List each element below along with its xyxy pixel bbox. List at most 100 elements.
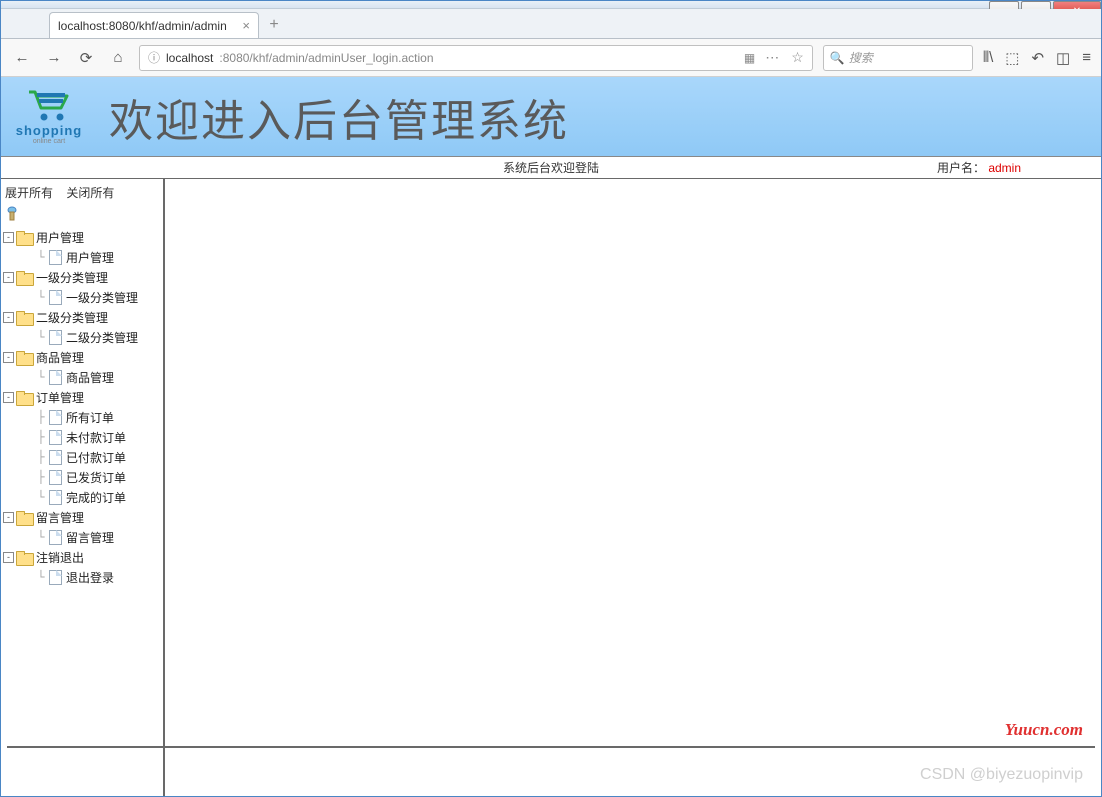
collapse-all-link[interactable]: 关闭所有 [66,186,114,200]
toolbar-icons: ⫴\ ⬚ ↶ ◫ ≡ [983,49,1091,67]
tree-folder-label: 一级分类管理 [36,269,108,286]
search-box[interactable]: 🔍 搜索 [823,45,973,71]
bookmark-star-icon[interactable]: ☆ [791,49,804,66]
info-icon: ⓘ [148,49,160,66]
tree-line-icon: └ [33,570,49,584]
tree-line-icon: └ [33,290,49,304]
tree-folder[interactable]: - 用户管理 [3,227,161,247]
forward-button[interactable]: → [43,47,65,69]
library-icon[interactable]: ⫴\ [983,49,993,67]
welcome-text: 系统后台欢迎登陆 [503,159,599,176]
collapse-icon[interactable]: - [3,232,14,243]
screenshot-icon[interactable]: ⬚ [1005,49,1019,67]
tree-folder[interactable]: -留言管理 [3,507,161,527]
tree-leaf[interactable]: ├未付款订单 [3,427,161,447]
collapse-icon[interactable]: - [3,512,14,523]
collapse-icon[interactable]: - [3,392,14,403]
tree-leaf[interactable]: └ 商品管理 [3,367,161,387]
tree-leaf-label: 完成的订单 [66,489,126,506]
tree-leaf[interactable]: └ 一级分类管理 [3,287,161,307]
collapse-icon[interactable]: - [3,272,14,283]
system-bar: 系统后台欢迎登陆 用户名： admin [1,157,1101,179]
logo-subtext: online cart [9,138,89,145]
reload-button[interactable]: ⟳ [75,47,97,69]
tree-leaf-label: 用户管理 [66,249,114,266]
new-tab-button[interactable]: + [261,14,287,36]
tree-leaf-label: 商品管理 [66,369,114,386]
main-pane [165,179,1101,796]
tree-leaf[interactable]: └ 退出登录 [3,567,161,587]
tree-line-icon: ├ [33,410,49,424]
nav-tree: -用户管理└用户管理-一级分类管理└一级分类管理-二级分类管理└二级分类管理-商… [1,227,163,587]
window-title-bar: — ▭ ✕ [1,1,1101,9]
folder-icon [16,551,32,564]
sidebar-toggle-icon[interactable]: ◫ [1056,49,1070,67]
collapse-icon[interactable]: - [3,312,14,323]
tree-leaf-label: 留言管理 [66,529,114,546]
tree-folder-label: 二级分类管理 [36,309,108,326]
collapse-icon[interactable]: - [3,552,14,563]
sidebar-top-links: 展开所有 关闭所有 [1,181,163,204]
tree-root-icon[interactable] [1,204,163,227]
tree-folder-label: 用户管理 [36,229,84,246]
undo-icon[interactable]: ↶ [1031,49,1044,67]
tree-leaf-label: 退出登录 [66,569,114,586]
tab-strip: localhost:8080/khf/admin/admin × + [1,9,1101,39]
logo: shopping online cart [9,89,89,145]
home-button[interactable]: ⌂ [107,47,129,69]
expand-all-link[interactable]: 展开所有 [5,186,53,200]
user-name: admin [988,161,1021,175]
folder-icon [16,351,32,364]
search-icon: 🔍 [830,51,845,65]
body-row: 展开所有 关闭所有 - 用户管理 └ 用户管理 - 一级分类管理 └ 一级分类管理 - 二级分类管… [1,179,1101,796]
tab-close-icon[interactable]: × [242,18,250,33]
tree-line-icon: └ [33,250,49,264]
page-content: shopping online cart 欢迎进入后台管理系统 系统后台欢迎登陆… [1,77,1101,796]
back-button[interactable]: ← [11,47,33,69]
tree-line-icon: └ [33,490,49,504]
page-icon [49,410,62,425]
menu-icon[interactable]: ≡ [1082,49,1091,67]
tree-leaf[interactable]: └留言管理 [3,527,161,547]
tree-folder[interactable]: - 一级分类管理 [3,267,161,287]
tab-title: localhost:8080/khf/admin/admin [58,19,227,33]
page-icon [49,530,62,545]
qr-icon[interactable]: ▦ [744,51,753,65]
tree-line-icon: ├ [33,450,49,464]
page-icon [49,430,62,445]
address-bar[interactable]: ⓘ localhost:8080/khf/admin/adminUser_log… [139,45,813,71]
user-info: 用户名： admin [937,159,1101,176]
tree-leaf[interactable]: ├ 已付款订单 [3,447,161,467]
tree-folder[interactable]: -订单管理 [3,387,161,407]
tree-leaf[interactable]: ├所有订单 [3,407,161,427]
header-banner: shopping online cart 欢迎进入后台管理系统 [1,77,1101,157]
page-icon [49,470,62,485]
nav-bar: ← → ⟳ ⌂ ⓘ localhost:8080/khf/admin/admin… [1,39,1101,77]
tree-folder[interactable]: - 二级分类管理 [3,307,161,327]
folder-icon [16,231,32,244]
tree-leaf-label: 未付款订单 [66,429,126,446]
sidebar: 展开所有 关闭所有 - 用户管理 └ 用户管理 - 一级分类管理 └ 一级分类管理 - 二级分类管… [1,179,165,796]
user-label: 用户名： [937,161,985,175]
tree-folder[interactable]: -注销退出 [3,547,161,567]
tree-leaf[interactable]: └ 完成的订单 [3,487,161,507]
tree-leaf-label: 一级分类管理 [66,289,138,306]
page-icon [49,370,62,385]
url-path: :8080/khf/admin/adminUser_login.action [219,51,433,65]
search-placeholder: 搜索 [849,49,873,66]
browser-tab[interactable]: localhost:8080/khf/admin/admin × [49,12,259,38]
collapse-icon[interactable]: - [3,352,14,363]
tree-leaf-label: 已付款订单 [66,449,126,466]
logo-text: shopping [9,123,89,138]
folder-icon [16,391,32,404]
tree-leaf[interactable]: └ 用户管理 [3,247,161,267]
tree-leaf[interactable]: ├已发货订单 [3,467,161,487]
tree-leaf[interactable]: └二级分类管理 [3,327,161,347]
tree-folder[interactable]: -商品管理 [3,347,161,367]
tree-line-icon: └ [33,370,49,384]
page-icon [49,570,62,585]
browser-window: — ▭ ✕ localhost:8080/khf/admin/admin × +… [0,0,1102,797]
tree-leaf-label: 已发货订单 [66,469,126,486]
address-bar-actions: ▦ ⋯ ☆ [744,49,804,66]
more-actions-icon[interactable]: ⋯ [765,49,779,66]
